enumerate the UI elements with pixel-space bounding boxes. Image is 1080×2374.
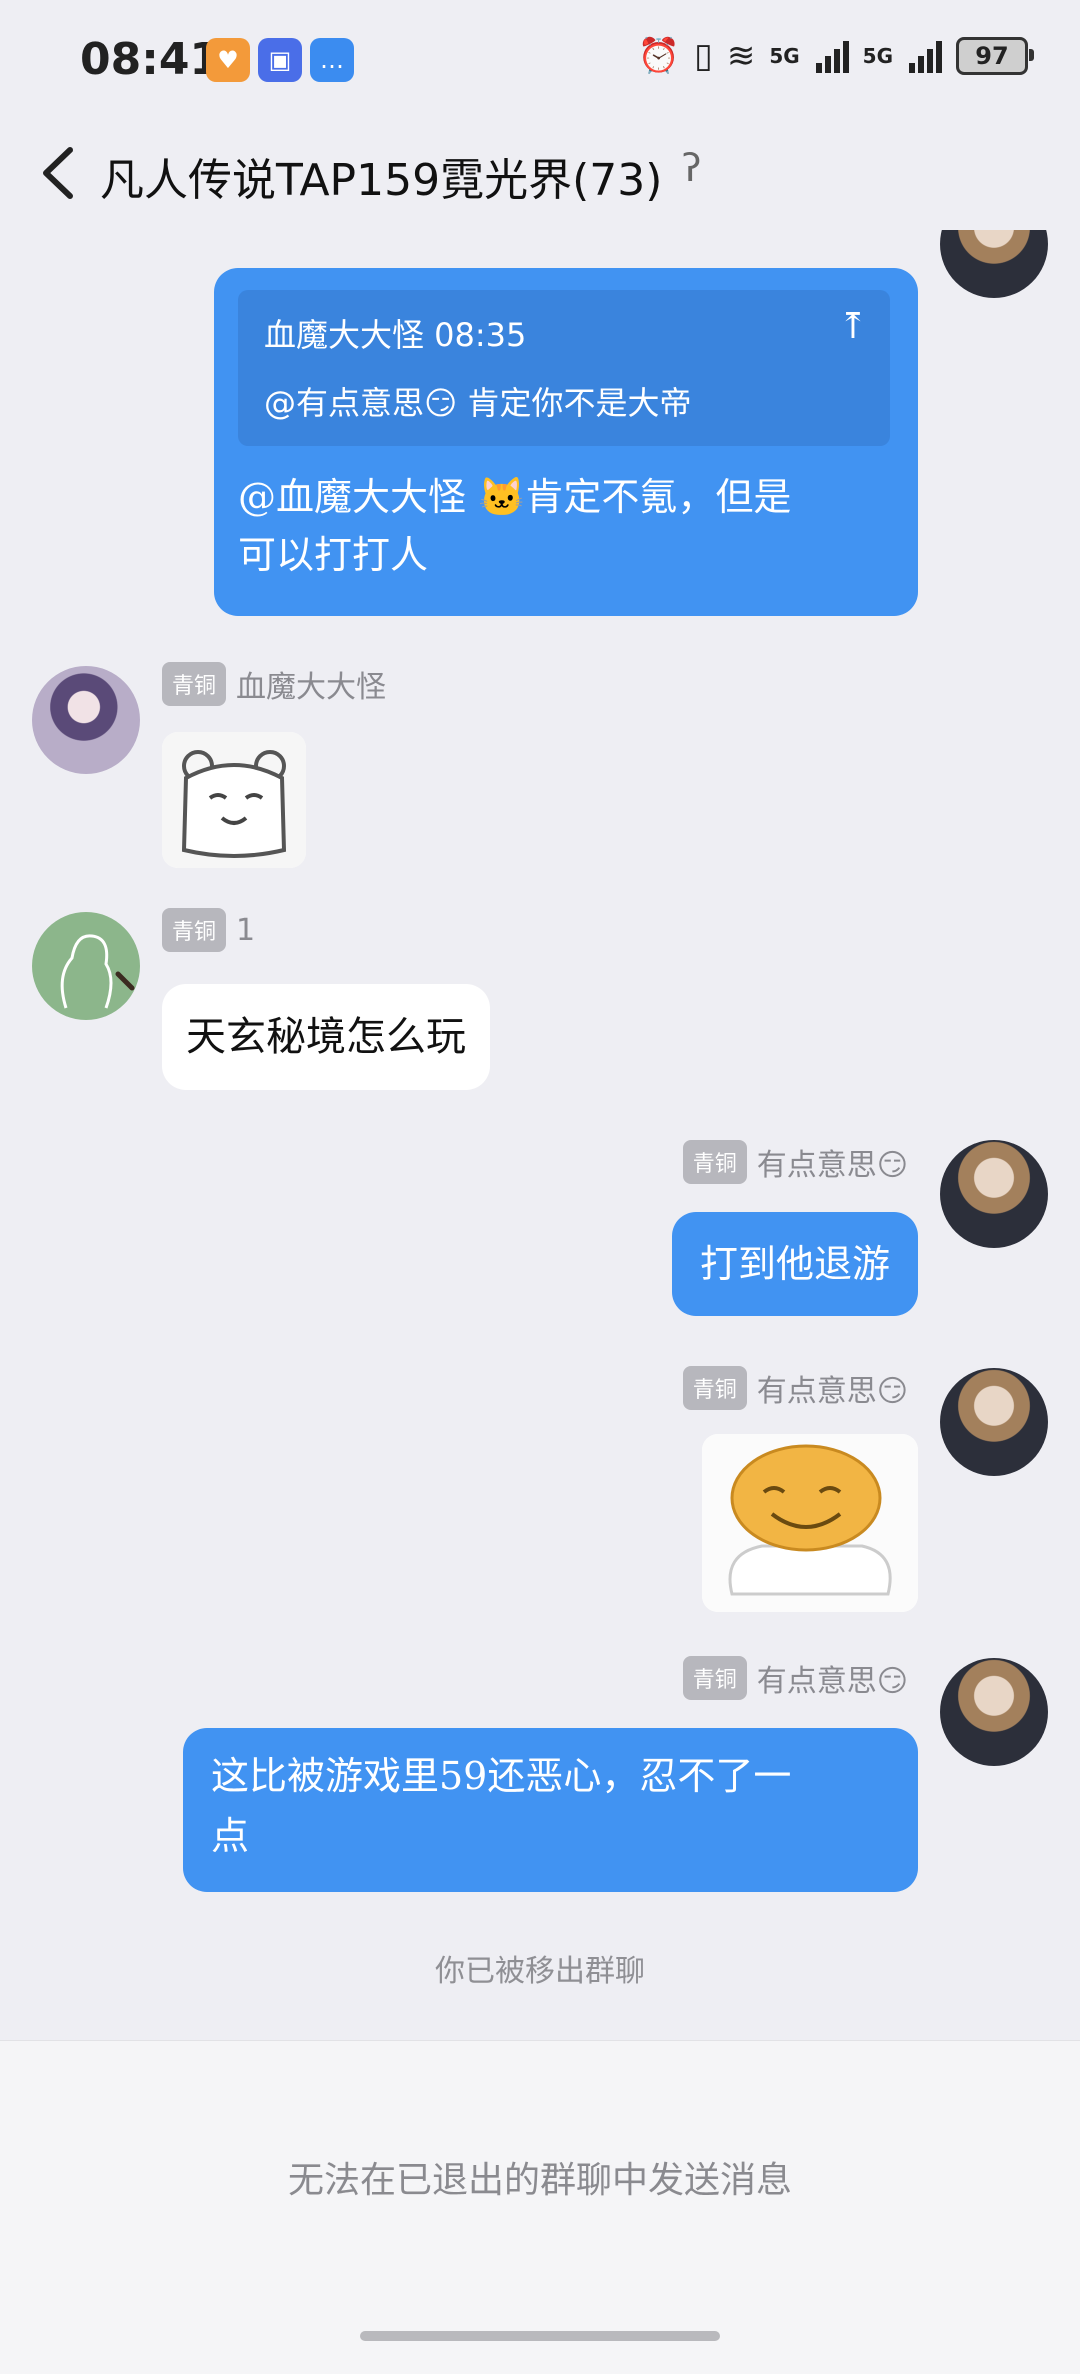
sender-name[interactable]: 有点意思😏 <box>757 1140 908 1184</box>
message-line: 可以打打人 <box>238 533 429 577</box>
back-button[interactable] <box>30 138 90 208</box>
default-avatar-image <box>60 934 135 1009</box>
level-badge: 青铜 <box>162 908 227 952</box>
gift-app-icon: ♥ <box>206 38 250 82</box>
wifi-icon: ≋ <box>726 36 756 76</box>
message-text: 这比被游戏里59还恶心，忍不了一 点 <box>211 1746 791 1866</box>
smiling-blob-sticker-image <box>702 1434 918 1612</box>
message-line: 点 <box>211 1814 250 1858</box>
clock: 08:41 <box>80 34 221 85</box>
sender-name[interactable]: 有点意思😏 <box>757 1656 908 1700</box>
avatar[interactable] <box>940 1658 1048 1766</box>
app-market-icon: ▣ <box>258 38 302 82</box>
signal-icon <box>815 39 849 73</box>
system-notice: 你已被移出群聊 <box>435 1954 645 1989</box>
level-badge: 青铜 <box>162 662 227 706</box>
bear-sticker-image <box>162 732 306 868</box>
ear-icon[interactable]: ʔ <box>682 146 701 190</box>
avatar[interactable] <box>940 1368 1048 1476</box>
chat-area[interactable]: 血魔大大怪 08:35 ⤒ @有点意思😏 肯定你不是大帝 @血魔大大怪 🐱肯定不… <box>0 230 1080 2040</box>
quote-text: @有点意思😏 肯定你不是大帝 <box>264 384 692 422</box>
group-title[interactable]: 凡人传说TAP159霓光界(73) <box>100 144 662 208</box>
sender-meta: 青铜 有点意思😏 <box>682 1366 908 1410</box>
vibrate-icon: ▯ <box>694 36 713 76</box>
avatar[interactable] <box>32 912 140 1020</box>
avatar[interactable] <box>32 666 140 774</box>
level-badge: 青铜 <box>682 1140 747 1184</box>
cannot-send-notice: 无法在已退出的群聊中发送消息 <box>287 2160 792 2201</box>
sender-meta: 青铜 1 <box>162 908 255 952</box>
sticker-message[interactable] <box>702 1434 918 1612</box>
message-text: @血魔大大怪 🐱肯定不氪，但是 可以打打人 <box>238 468 791 584</box>
quoted-message[interactable]: 血魔大大怪 08:35 ⤒ @有点意思😏 肯定你不是大帝 <box>238 290 890 446</box>
quote-author-time: 血魔大大怪 08:35 <box>264 316 527 354</box>
avatar[interactable] <box>940 230 1048 298</box>
input-disabled-footer: 无法在已退出的群聊中发送消息 <box>0 2040 1080 2374</box>
sender-name[interactable]: 1 <box>236 913 255 948</box>
battery-icon: 97 <box>956 37 1034 75</box>
message-bubble[interactable]: 天玄秘境怎么玩 <box>162 984 490 1090</box>
level-badge: 青铜 <box>682 1366 747 1410</box>
chevron-left-icon <box>43 147 73 199</box>
network-label: 5G <box>769 44 800 68</box>
sticker-message[interactable] <box>162 732 306 868</box>
sender-meta: 青铜 有点意思😏 <box>682 1656 908 1700</box>
status-bar: 08:41 ♥ ▣ … ⏰ ▯ ≋ 5G 5G 97 <box>0 0 1080 120</box>
message-bubble[interactable]: 打到他退游 <box>671 1212 918 1316</box>
message-bubble[interactable]: 这比被游戏里59还恶心，忍不了一 点 <box>183 1728 918 1892</box>
message-text: 打到他退游 <box>699 1242 890 1286</box>
sender-meta: 青铜 有点意思😏 <box>682 1140 908 1184</box>
sender-meta: 青铜 血魔大大怪 <box>162 662 386 706</box>
message-bubble[interactable]: 血魔大大怪 08:35 ⤒ @有点意思😏 肯定你不是大帝 @血魔大大怪 🐱肯定不… <box>214 268 918 616</box>
signal-icon <box>909 39 942 73</box>
message-line: 这比被游戏里59还恶心，忍不了一 <box>211 1754 792 1798</box>
level-badge: 青铜 <box>682 1656 747 1700</box>
avatar[interactable] <box>940 1140 1048 1248</box>
status-icons: ⏰ ▯ ≋ 5G 5G 97 <box>637 36 1034 76</box>
message-text: 天玄秘境怎么玩 <box>186 1014 466 1060</box>
network-label: 5G <box>862 44 893 68</box>
jump-to-quote-icon[interactable]: ⤒ <box>838 306 868 347</box>
message-line: @血魔大大怪 🐱肯定不氪，但是 <box>238 475 792 519</box>
messages-icon: … <box>310 38 354 82</box>
home-indicator[interactable] <box>360 2331 720 2341</box>
sender-name[interactable]: 有点意思😏 <box>757 1366 908 1410</box>
alarm-icon: ⏰ <box>637 36 681 76</box>
sender-name[interactable]: 血魔大大怪 <box>236 662 386 706</box>
chat-header: 凡人传说TAP159霓光界(73) ʔ <box>0 120 1080 230</box>
